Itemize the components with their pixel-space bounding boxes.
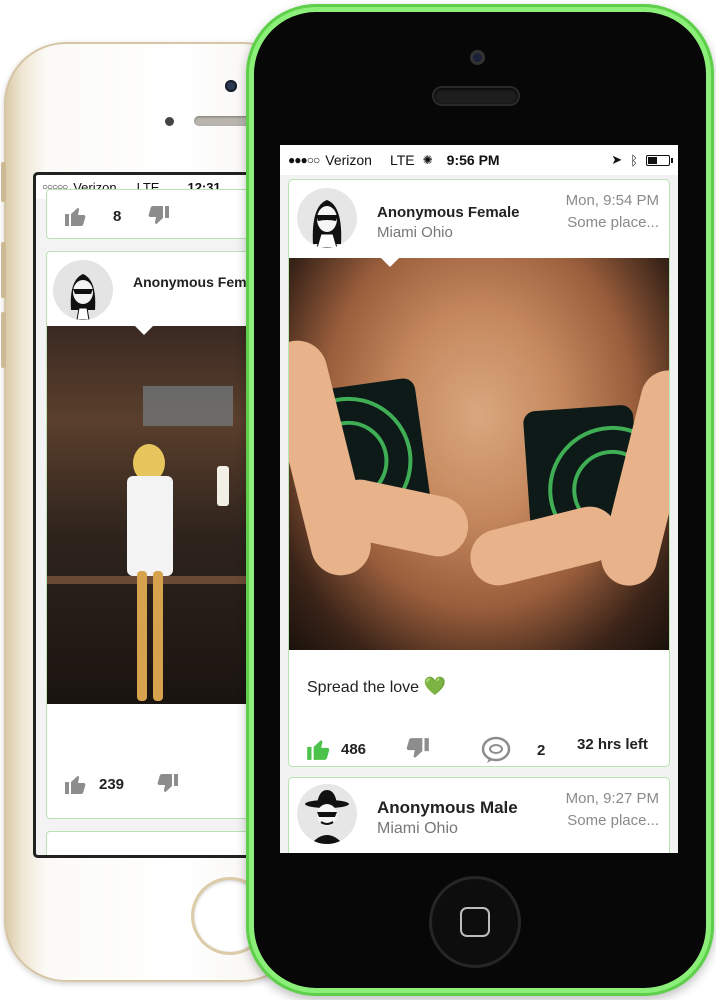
thumbs-up-icon[interactable] [63,204,87,228]
comment-count: 2 [537,741,546,759]
author-name: Anonymous Female [377,204,520,221]
dislike-action[interactable] [405,736,431,762]
like-action[interactable]: 486 [305,736,366,762]
thumbs-up-icon[interactable] [305,736,331,762]
green-heart-icon: 💚 [423,676,446,696]
front-camera-icon [225,80,237,92]
female-avatar-icon [70,274,96,320]
battery-icon [646,154,673,166]
avatar[interactable] [297,784,357,844]
volume-down-button [1,312,6,368]
time-left: 32 hrs left [577,736,648,753]
post-card[interactable]: Anonymous Female 239 [46,251,252,819]
thumbs-down-icon[interactable] [156,772,180,796]
carrier-label: Verizon [325,152,372,168]
author-name: Anonymous Female [133,274,252,290]
author-location: Miami Ohio [377,224,453,241]
thumbs-down-icon[interactable] [405,736,431,762]
home-button[interactable] [432,879,518,965]
post-card[interactable] [46,831,252,855]
clock: 9:56 PM [446,152,500,168]
post-place: Some place... [567,214,659,231]
post-meta: Mon, 9:54 PM Some place... [566,190,659,234]
post-place: Some place... [567,812,659,829]
like-count: 8 [113,207,122,225]
like-count: 486 [341,740,367,758]
activity-spinner-icon: ✺ [422,153,433,167]
feed[interactable]: 8 Anonymous Female [36,189,252,855]
status-bar: ●●●○○ Verizon LTE ✺ 9:56 PM ➤ ᛒ [280,145,678,175]
like-count: 239 [99,775,125,793]
photo-pointer [381,258,399,267]
avatar [53,260,113,320]
author-location: Miami Ohio [377,820,458,837]
female-avatar-icon [312,200,342,248]
thumbs-down-icon[interactable] [147,204,171,228]
thumbs-up-icon[interactable] [63,772,87,796]
comment-bubble-icon[interactable] [481,736,511,764]
location-arrow-icon: ➤ [611,152,623,167]
post-meta: Mon, 9:27 PM Some place... [566,788,659,832]
front-phone-screen: ●●●○○ Verizon LTE ✺ 9:56 PM ➤ ᛒ Anonymou… [280,145,678,853]
post-date: Mon, 9:27 PM [565,790,659,807]
comment-action[interactable]: 2 [481,736,545,764]
post-card[interactable]: Anonymous Female Miami Ohio Mon, 9:54 PM… [288,179,670,767]
post-caption: Spread the love 💚 [289,650,669,720]
signal-icon: ●●●○○ [288,153,320,167]
avatar[interactable] [297,188,357,248]
post-header: Anonymous Female Miami Ohio Mon, 9:54 PM… [289,180,669,258]
male-avatar-icon [305,790,349,844]
home-square-icon [460,907,490,937]
post-actions: 486 2 32 hrs left [289,720,669,766]
post-date: Mon, 9:54 PM [565,192,659,209]
earpiece-speaker [434,88,518,104]
post-photo[interactable] [47,326,252,704]
mute-switch [1,162,6,202]
post-card[interactable]: Anonymous Male Miami Ohio Mon, 9:27 PM S… [288,777,670,853]
front-camera-icon [470,50,485,65]
author-name: Anonymous Male [377,798,518,817]
bluetooth-icon: ᛒ [630,152,638,168]
caption-text: Spread the love [307,679,420,696]
volume-up-button [1,242,6,298]
back-phone-screen: ○○○○○ Verizon LTE 12:31 8 Anonymous Fem … [36,175,252,855]
post-photo[interactable] [289,258,669,650]
post-card[interactable]: 8 [46,189,252,239]
network-label: LTE [389,152,415,168]
proximity-sensor [165,117,174,126]
